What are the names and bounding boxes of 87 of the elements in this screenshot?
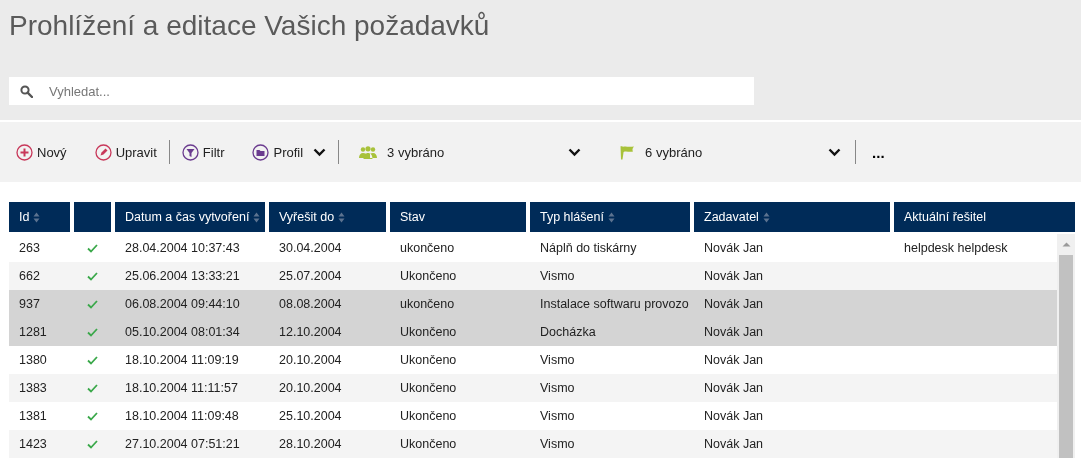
column-header[interactable]: Zadavatel: [694, 202, 890, 232]
scrollbar[interactable]: [1057, 234, 1075, 458]
table-cell: 27.10.2004 07:51:21: [125, 437, 240, 451]
table-cell: 05.10.2004 08:01:34: [125, 325, 240, 339]
scroll-up-icon: [1061, 242, 1071, 247]
table-cell: 937: [19, 297, 40, 311]
chevron-down-icon: [313, 147, 327, 157]
column-header[interactable]: Id: [9, 202, 70, 232]
folder-icon: [252, 143, 270, 161]
table-cell: 08.08.2004: [279, 297, 342, 311]
table-cell: Vismo: [540, 409, 575, 423]
table-cell: 12.10.2004: [279, 325, 342, 339]
table-cell: 20.10.2004: [279, 381, 342, 395]
table-cell: Novák Jan: [704, 297, 764, 311]
table-cell: Novák Jan: [704, 325, 764, 339]
table-cell: 20.10.2004: [279, 353, 342, 367]
table-cell: 18.10.2004 11:09:19: [125, 353, 239, 367]
table-cell: Novák Jan: [704, 437, 764, 451]
sort-icon: [762, 211, 770, 223]
sort-icon: [33, 211, 41, 223]
table-cell: 18.10.2004 11:09:48: [125, 409, 239, 423]
table-cell: Vismo: [540, 353, 575, 367]
table-cell: 1281: [19, 325, 47, 339]
sort-icon: [253, 211, 261, 223]
table-cell: 1380: [19, 353, 47, 367]
table-cell: Vismo: [540, 381, 575, 395]
column-header: Aktuální řešitel: [894, 202, 1075, 232]
table-cell: 28.10.2004: [279, 437, 342, 451]
table-cell: 1383: [19, 381, 47, 395]
table-cell: helpdesk helpdesk: [904, 241, 1008, 255]
table-cell: Ukončeno: [400, 381, 457, 395]
table-row[interactable]: 1423 27.10.2004 07:51:21 28.10.2004 Ukončeno Vismo Novák Jan: [9, 430, 1057, 458]
column-header[interactable]: Datum a čas vytvoření: [115, 202, 265, 232]
more-button[interactable]: ...: [868, 143, 885, 161]
table-cell: 18.10.2004 11:11:57: [125, 381, 238, 395]
table-cell: Novák Jan: [704, 409, 764, 423]
sort-icon: [607, 211, 615, 223]
toolbar-button[interactable]: Nový: [16, 143, 67, 161]
toolbar-button[interactable]: Upravit: [94, 143, 157, 161]
table-cell: Novák Jan: [704, 269, 764, 283]
table-cell: Ukončeno: [400, 409, 457, 423]
scrollbar-thumb[interactable]: [1059, 255, 1073, 458]
table-cell: Vismo: [540, 437, 575, 451]
table-cell: 06.08.2004 09:44:10: [125, 297, 240, 311]
table-cell: 1423: [19, 437, 47, 451]
toolbar-button[interactable]: Filtr: [181, 143, 225, 161]
table-cell: ukončeno: [400, 297, 455, 311]
multi-select-dropdown[interactable]: 3 vybráno: [351, 144, 582, 160]
people-icon: [359, 145, 378, 159]
flag-icon: [619, 144, 636, 160]
table-row[interactable]: 937 06.08.2004 09:44:10 08.08.2004 ukončeno Instalace softwaru provozo Novák Jan: [9, 290, 1057, 318]
pencil-icon: [94, 143, 112, 161]
table-row[interactable]: 1281 05.10.2004 08:01:34 12.10.2004 Ukončeno Docházka Novák Jan: [9, 318, 1057, 346]
table-cell: Ukončeno: [400, 437, 457, 451]
table-row[interactable]: 1383 18.10.2004 11:11:57 20.10.2004 Ukončeno Vismo Novák Jan: [9, 374, 1057, 402]
column-header[interactable]: Typ hlášení: [530, 202, 690, 232]
table-cell: Novák Jan: [704, 381, 764, 395]
filter-icon: [181, 143, 199, 161]
table-cell: 263: [19, 241, 40, 255]
chevron-down-icon: [828, 147, 842, 157]
table-cell: Ukončeno: [400, 353, 457, 367]
multi-select-dropdown[interactable]: 6 vybráno: [611, 144, 842, 160]
search-field[interactable]: Vyhledat...: [9, 77, 754, 105]
plus-icon: [16, 143, 33, 161]
page-title: Prohlížení a editace Vašich požadavků: [9, 9, 491, 43]
table-cell: 28.04.2004 10:37:43: [125, 241, 240, 255]
table-cell: Vismo: [540, 269, 575, 283]
table-cell: Náplň do tiskárny: [540, 241, 637, 255]
table-cell: Ukončeno: [400, 325, 457, 339]
chevron-down-icon: [568, 147, 582, 157]
profile-menu-button[interactable]: Profil: [252, 143, 327, 161]
table-cell: 1381: [19, 409, 47, 423]
table-cell: 25.06.2004 13:33:21: [125, 269, 240, 283]
table-cell: 25.10.2004: [279, 409, 342, 423]
table-cell: 662: [19, 269, 40, 283]
table-cell: Instalace softwaru provozo: [540, 297, 689, 311]
table-cell: 30.04.2004: [279, 241, 342, 255]
column-header: Stav: [390, 202, 526, 232]
table-cell: ukončeno: [400, 241, 455, 255]
column-header[interactable]: Vyřešit do: [269, 202, 386, 232]
table-cell: Novák Jan: [704, 241, 764, 255]
table-row[interactable]: 662 25.06.2004 13:33:21 25.07.2004 Ukončeno Vismo Novák Jan: [9, 262, 1057, 290]
table-cell: Ukončeno: [400, 269, 457, 283]
table-cell: Docházka: [540, 325, 596, 339]
sort-icon: [338, 211, 346, 223]
table-cell: Novák Jan: [704, 353, 764, 367]
table-cell: 25.07.2004: [279, 269, 342, 283]
